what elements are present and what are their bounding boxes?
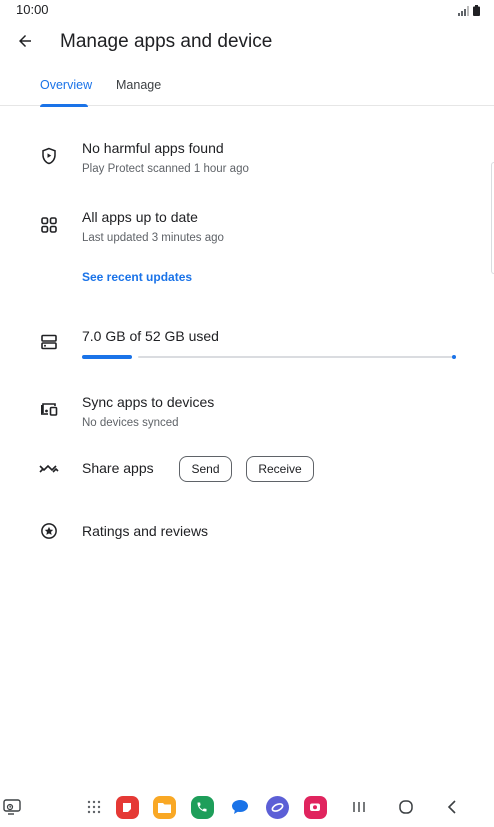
share-apps-icon bbox=[38, 458, 60, 480]
signal-icon bbox=[458, 3, 470, 21]
screen-edge-icon[interactable] bbox=[0, 795, 24, 819]
see-recent-updates-link[interactable]: See recent updates bbox=[82, 270, 192, 284]
updates-title: All apps up to date bbox=[82, 209, 198, 225]
files-icon[interactable] bbox=[152, 795, 176, 819]
status-icons bbox=[458, 3, 480, 21]
storage-progress-track bbox=[138, 356, 456, 358]
play-protect-subtitle: Play Protect scanned 1 hour ago bbox=[82, 163, 249, 175]
status-bar: 10:00 bbox=[0, 0, 494, 22]
sync-subtitle: No devices synced bbox=[82, 417, 179, 429]
tab-overview[interactable]: Overview bbox=[40, 72, 93, 107]
recents-icon[interactable] bbox=[347, 795, 371, 819]
app-drawer-icon[interactable] bbox=[82, 795, 106, 819]
page-title: Manage apps and device bbox=[60, 31, 273, 52]
storage-icon bbox=[38, 331, 60, 353]
system-nav-bar bbox=[0, 785, 494, 827]
red-app-icon[interactable] bbox=[115, 795, 139, 819]
tab-manage-label: Manage bbox=[116, 78, 162, 92]
shield-play-icon bbox=[38, 145, 60, 167]
updates-subtitle: Last updated 3 minutes ago bbox=[82, 232, 224, 244]
camera-icon[interactable] bbox=[303, 795, 327, 819]
internet-icon[interactable] bbox=[265, 795, 289, 819]
sync-title: Sync apps to devices bbox=[82, 394, 215, 410]
star-circle-icon bbox=[38, 520, 60, 542]
back-icon[interactable] bbox=[440, 795, 464, 819]
tab-bar: Overview Manage bbox=[0, 72, 494, 107]
storage-title: 7.0 GB of 52 GB used bbox=[82, 328, 219, 344]
back-button[interactable] bbox=[12, 30, 38, 56]
storage-progress-bar bbox=[82, 355, 456, 359]
messages-icon[interactable] bbox=[228, 795, 252, 819]
app-bar: Manage apps and device bbox=[0, 26, 494, 62]
status-time: 10:00 bbox=[16, 2, 49, 17]
devices-icon bbox=[38, 398, 60, 420]
receive-button[interactable]: Receive bbox=[246, 456, 314, 482]
send-button[interactable]: Send bbox=[179, 456, 232, 482]
apps-grid-icon bbox=[38, 214, 60, 236]
battery-icon bbox=[473, 3, 480, 21]
tab-overview-label: Overview bbox=[40, 78, 93, 92]
home-icon[interactable] bbox=[394, 795, 418, 819]
storage-progress-fill bbox=[82, 355, 133, 359]
ratings-title: Ratings and reviews bbox=[82, 523, 209, 539]
play-protect-title: No harmful apps found bbox=[82, 140, 224, 156]
storage-progress-end-dot bbox=[452, 355, 456, 359]
arrow-back-icon bbox=[16, 32, 34, 55]
tab-manage[interactable]: Manage bbox=[116, 72, 162, 106]
phone-icon[interactable] bbox=[190, 795, 214, 819]
share-apps-title: Share apps bbox=[82, 460, 154, 476]
